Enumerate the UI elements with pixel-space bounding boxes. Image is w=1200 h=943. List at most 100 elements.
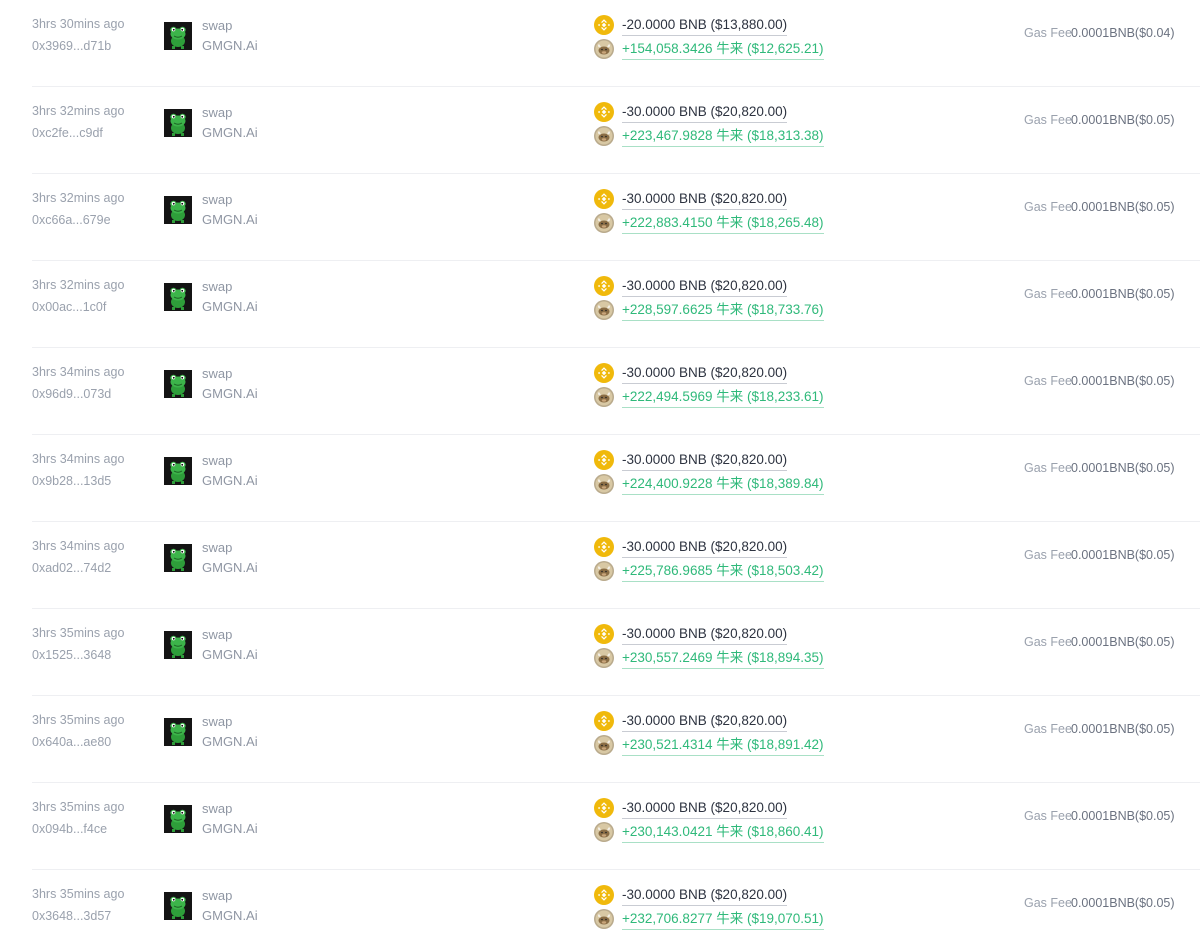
tx-platform-link[interactable]: GMGN.Ai <box>202 473 258 488</box>
gas-fee-value: 0.0001BNB($0.05) <box>1071 287 1175 301</box>
tx-action: swap <box>202 888 233 903</box>
gas-fee-label: Gas Fee <box>1024 635 1072 649</box>
tx-platform-link[interactable]: GMGN.Ai <box>202 212 258 227</box>
tx-action: swap <box>202 540 233 555</box>
received-amount-link[interactable]: +225,786.9685 牛来 ($18,503.42) <box>622 562 824 582</box>
sent-amount-link[interactable]: -30.0000 BNB ($20,820.00) <box>622 277 788 297</box>
gas-fee-value: 0.0001BNB($0.05) <box>1071 113 1175 127</box>
sent-amount-link[interactable]: -30.0000 BNB ($20,820.00) <box>622 625 788 645</box>
gas-fee-label: Gas Fee <box>1024 374 1072 388</box>
frog-avatar-icon[interactable] <box>164 283 192 311</box>
received-amount-link[interactable]: +230,557.2469 牛来 ($18,894.35) <box>622 649 824 669</box>
tx-platform-link[interactable]: GMGN.Ai <box>202 560 258 575</box>
received-amount-link[interactable]: +228,597.6625 牛来 ($18,733.76) <box>622 301 824 321</box>
transaction-row: 3hrs 35mins ago 0x3648...3d57 swap GMGN.… <box>0 870 1200 943</box>
frog-avatar-icon[interactable] <box>164 196 192 224</box>
transaction-row: 3hrs 34mins ago 0x9b28...13d5 swap GMGN.… <box>0 435 1200 522</box>
received-amount-link[interactable]: +230,143.0421 牛来 ($18,860.41) <box>622 823 824 843</box>
transaction-row: 3hrs 30mins ago 0x3969...d71b swap GMGN.… <box>0 0 1200 87</box>
tx-action: swap <box>202 105 233 120</box>
sent-amount-link[interactable]: -30.0000 BNB ($20,820.00) <box>622 799 788 819</box>
frog-avatar-icon[interactable] <box>164 109 192 137</box>
frog-avatar-icon[interactable] <box>164 370 192 398</box>
gas-fee-value: 0.0001BNB($0.05) <box>1071 809 1175 823</box>
gas-fee-value: 0.0001BNB($0.05) <box>1071 461 1175 475</box>
bnb-coin-icon <box>594 885 614 905</box>
gas-fee-label: Gas Fee <box>1024 287 1072 301</box>
token-coin-icon <box>594 648 614 668</box>
received-amount-link[interactable]: +222,494.5969 牛来 ($18,233.61) <box>622 388 824 408</box>
tx-hash-link[interactable]: 0x3969...d71b <box>32 39 111 53</box>
bnb-coin-icon <box>594 624 614 644</box>
received-amount-link[interactable]: +230,521.4314 牛来 ($18,891.42) <box>622 736 824 756</box>
tx-hash-link[interactable]: 0xad02...74d2 <box>32 561 111 575</box>
tx-platform-link[interactable]: GMGN.Ai <box>202 299 258 314</box>
tx-action: swap <box>202 192 233 207</box>
tx-platform-link[interactable]: GMGN.Ai <box>202 647 258 662</box>
gas-fee-value: 0.0001BNB($0.05) <box>1071 374 1175 388</box>
token-coin-icon <box>594 213 614 233</box>
frog-avatar-icon[interactable] <box>164 805 192 833</box>
bnb-coin-icon <box>594 798 614 818</box>
token-coin-icon <box>594 909 614 929</box>
frog-avatar-icon[interactable] <box>164 544 192 572</box>
tx-time: 3hrs 35mins ago <box>32 626 125 640</box>
tx-platform-link[interactable]: GMGN.Ai <box>202 125 258 140</box>
gas-fee-value: 0.0001BNB($0.05) <box>1071 896 1175 910</box>
received-amount-link[interactable]: +232,706.8277 牛来 ($19,070.51) <box>622 910 824 930</box>
tx-platform-link[interactable]: GMGN.Ai <box>202 821 258 836</box>
bnb-coin-icon <box>594 276 614 296</box>
sent-amount-link[interactable]: -30.0000 BNB ($20,820.00) <box>622 190 788 210</box>
bnb-coin-icon <box>594 189 614 209</box>
tx-hash-link[interactable]: 0x3648...3d57 <box>32 909 111 923</box>
tx-action: swap <box>202 627 233 642</box>
tx-hash-link[interactable]: 0x9b28...13d5 <box>32 474 111 488</box>
bnb-coin-icon <box>594 15 614 35</box>
received-amount-link[interactable]: +224,400.9228 牛来 ($18,389.84) <box>622 475 824 495</box>
received-amount-link[interactable]: +222,883.4150 牛来 ($18,265.48) <box>622 214 824 234</box>
tx-hash-link[interactable]: 0x640a...ae80 <box>32 735 111 749</box>
gas-fee-label: Gas Fee <box>1024 113 1072 127</box>
tx-platform-link[interactable]: GMGN.Ai <box>202 38 258 53</box>
tx-hash-link[interactable]: 0x1525...3648 <box>32 648 111 662</box>
gas-fee-label: Gas Fee <box>1024 461 1072 475</box>
tx-time: 3hrs 35mins ago <box>32 800 125 814</box>
tx-hash-link[interactable]: 0xc2fe...c9df <box>32 126 103 140</box>
token-coin-icon <box>594 474 614 494</box>
token-coin-icon <box>594 822 614 842</box>
sent-amount-link[interactable]: -30.0000 BNB ($20,820.00) <box>622 103 788 123</box>
frog-avatar-icon[interactable] <box>164 892 192 920</box>
tx-hash-link[interactable]: 0x96d9...073d <box>32 387 111 401</box>
tx-hash-link[interactable]: 0x00ac...1c0f <box>32 300 106 314</box>
tx-platform-link[interactable]: GMGN.Ai <box>202 908 258 923</box>
tx-time: 3hrs 30mins ago <box>32 17 125 31</box>
transaction-row: 3hrs 32mins ago 0x00ac...1c0f swap GMGN.… <box>0 261 1200 348</box>
sent-amount-link[interactable]: -30.0000 BNB ($20,820.00) <box>622 364 788 384</box>
bnb-coin-icon <box>594 711 614 731</box>
frog-avatar-icon[interactable] <box>164 22 192 50</box>
sent-amount-link[interactable]: -20.0000 BNB ($13,880.00) <box>622 16 788 36</box>
sent-amount-link[interactable]: -30.0000 BNB ($20,820.00) <box>622 712 788 732</box>
received-amount-link[interactable]: +223,467.9828 牛来 ($18,313.38) <box>622 127 824 147</box>
transaction-row: 3hrs 35mins ago 0x094b...f4ce swap GMGN.… <box>0 783 1200 870</box>
token-coin-icon <box>594 300 614 320</box>
tx-platform-link[interactable]: GMGN.Ai <box>202 734 258 749</box>
frog-avatar-icon[interactable] <box>164 718 192 746</box>
tx-platform-link[interactable]: GMGN.Ai <box>202 386 258 401</box>
tx-action: swap <box>202 366 233 381</box>
sent-amount-link[interactable]: -30.0000 BNB ($20,820.00) <box>622 451 788 471</box>
transaction-list: 3hrs 30mins ago 0x3969...d71b swap GMGN.… <box>0 0 1200 943</box>
frog-avatar-icon[interactable] <box>164 631 192 659</box>
gas-fee-value: 0.0001BNB($0.05) <box>1071 722 1175 736</box>
sent-amount-link[interactable]: -30.0000 BNB ($20,820.00) <box>622 538 788 558</box>
frog-avatar-icon[interactable] <box>164 457 192 485</box>
tx-hash-link[interactable]: 0x094b...f4ce <box>32 822 107 836</box>
gas-fee-label: Gas Fee <box>1024 896 1072 910</box>
transaction-row: 3hrs 35mins ago 0x640a...ae80 swap GMGN.… <box>0 696 1200 783</box>
received-amount-link[interactable]: +154,058.3426 牛来 ($12,625.21) <box>622 40 824 60</box>
gas-fee-label: Gas Fee <box>1024 722 1072 736</box>
tx-action: swap <box>202 453 233 468</box>
sent-amount-link[interactable]: -30.0000 BNB ($20,820.00) <box>622 886 788 906</box>
tx-hash-link[interactable]: 0xc66a...679e <box>32 213 111 227</box>
gas-fee-value: 0.0001BNB($0.05) <box>1071 548 1175 562</box>
